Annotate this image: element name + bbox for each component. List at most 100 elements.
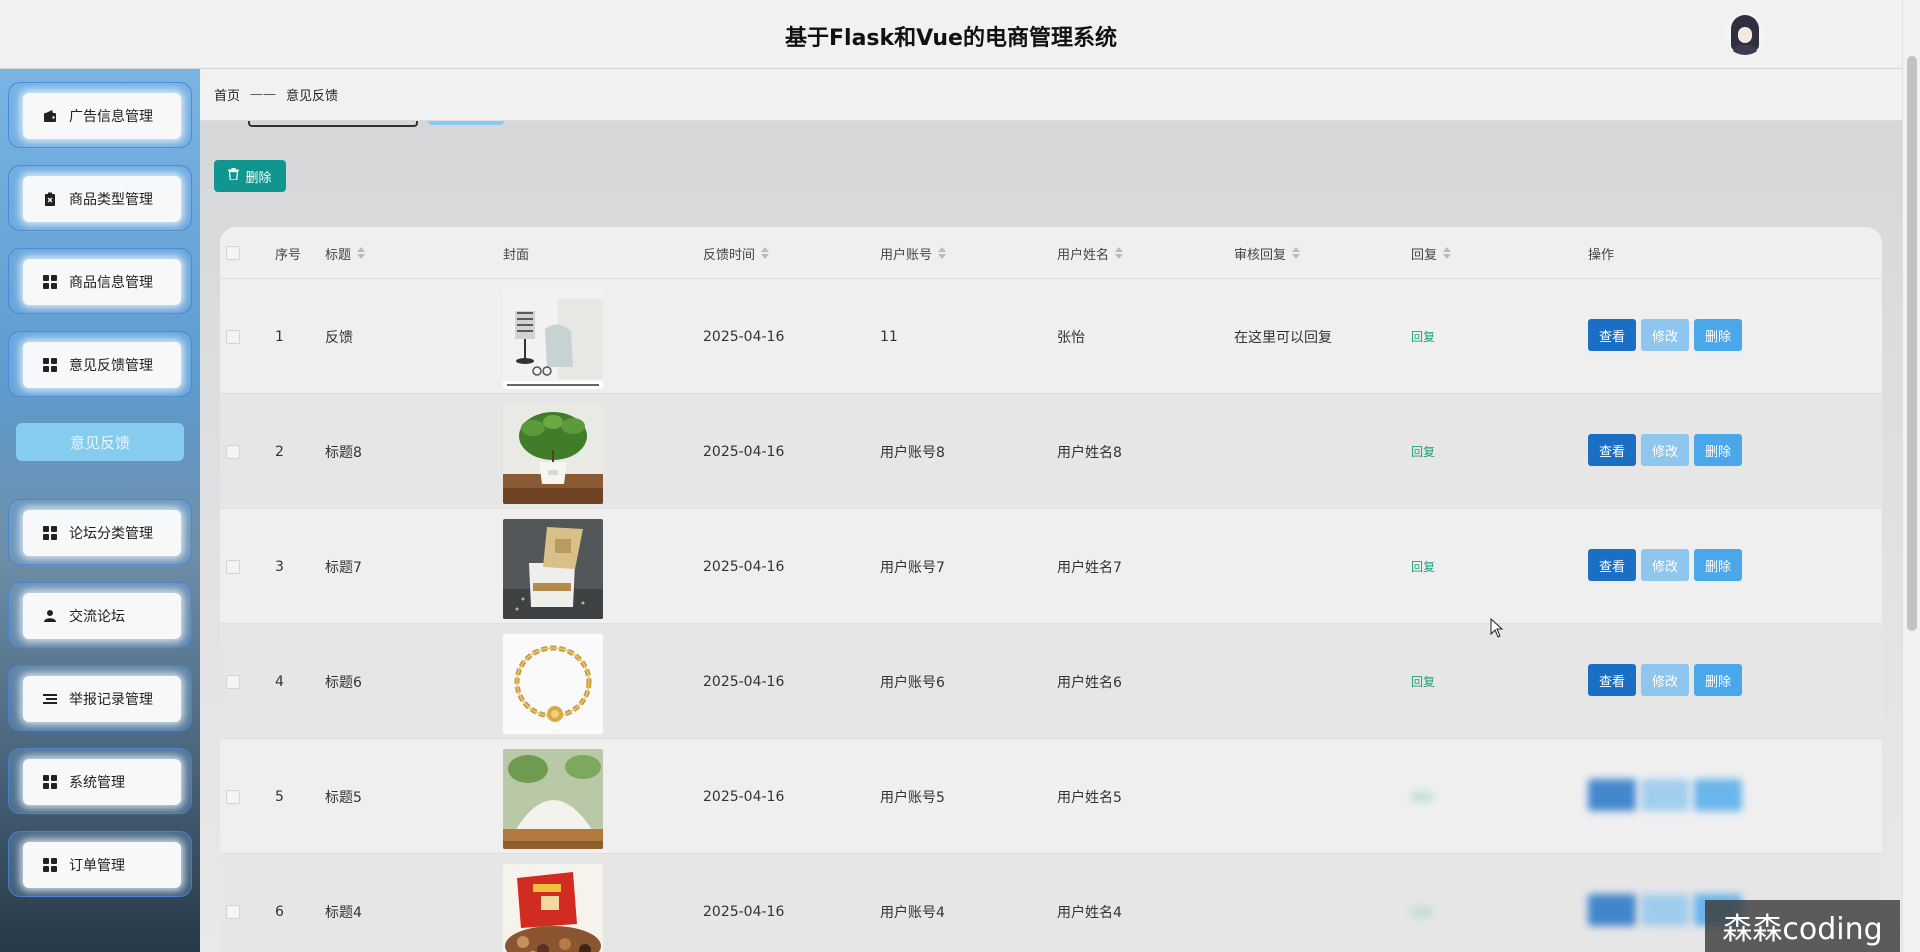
page-scrollbar[interactable] — [1902, 0, 1920, 952]
cover-image-flour — [503, 749, 603, 849]
sidebar-item-label: 商品信息管理 — [69, 275, 153, 291]
sort-icon — [1443, 247, 1452, 259]
delete-button[interactable] — [1694, 779, 1742, 811]
sidebar-item-ads: 广告信息管理 — [8, 82, 192, 148]
cell-index: 2 — [275, 443, 284, 460]
table-header: 序号 标题 封面 反馈时间 用户账号 用户姓名 审核回复 回复 操作 — [220, 227, 1882, 279]
select-all-checkbox[interactable] — [226, 246, 240, 260]
view-button[interactable]: 查看 — [1588, 319, 1636, 351]
row-checkbox[interactable] — [226, 790, 240, 804]
sidebar-item-label: 广告信息管理 — [69, 109, 153, 125]
view-button[interactable] — [1588, 894, 1636, 926]
top-header: 基于Flask和Vue的电商管理系统 — [0, 0, 1902, 69]
sort-icon — [938, 247, 947, 259]
cover-image-nut-gift-box — [503, 864, 603, 952]
cell-account: 用户账号7 — [880, 559, 945, 576]
cell-title: 标题6 — [325, 674, 362, 691]
mouse-cursor-icon — [1490, 617, 1504, 642]
sidebar-button-product-types[interactable]: 商品类型管理 — [23, 176, 181, 222]
scrollbar-thumb[interactable] — [1907, 56, 1917, 631]
breadcrumb-current: 意见反馈 — [286, 89, 339, 104]
row-checkbox[interactable] — [226, 905, 240, 919]
watermark: 森森coding — [1705, 900, 1900, 952]
row-checkbox[interactable] — [226, 675, 240, 689]
cell-account: 11 — [880, 328, 898, 345]
sort-icon — [1292, 247, 1301, 259]
search-input[interactable] — [248, 121, 418, 127]
delete-button[interactable]: 删除 — [1694, 549, 1742, 581]
sidebar: 广告信息管理 商品类型管理 商品信息管理 意见反馈管理 意见反馈 论坛分类管理 … — [0, 69, 200, 952]
header-cover: 封面 — [503, 247, 530, 263]
cell-time: 2025-04-16 — [703, 903, 785, 920]
header-review[interactable]: 审核回复 — [1234, 227, 1301, 279]
search-button[interactable] — [428, 121, 504, 125]
cell-name: 用户姓名7 — [1057, 559, 1122, 576]
cell-index: 1 — [275, 328, 284, 345]
cell-name: 张怡 — [1057, 329, 1085, 346]
view-button[interactable]: 查看 — [1588, 434, 1636, 466]
cell-name: 用户姓名6 — [1057, 674, 1122, 691]
submenu-feedback[interactable]: 意见反馈 — [16, 423, 184, 461]
sidebar-button-feedback[interactable]: 意见反馈管理 — [23, 342, 181, 388]
sidebar-button-system[interactable]: 系统管理 — [23, 759, 181, 805]
reply-link[interactable] — [1411, 791, 1433, 802]
delete-button[interactable]: 删除 — [1694, 434, 1742, 466]
row-checkbox[interactable] — [226, 445, 240, 459]
edit-button[interactable]: 修改 — [1641, 549, 1689, 581]
sidebar-item-system: 系统管理 — [8, 748, 192, 814]
reply-link[interactable]: 回复 — [1411, 443, 1435, 460]
sidebar-item-label: 交流论坛 — [69, 609, 125, 625]
sidebar-button-reports[interactable]: 举报记录管理 — [23, 676, 181, 722]
header-account[interactable]: 用户账号 — [880, 227, 947, 279]
batch-delete-button[interactable]: 删除 — [214, 160, 286, 192]
batch-delete-label: 删除 — [245, 170, 272, 186]
header-name[interactable]: 用户姓名 — [1057, 227, 1124, 279]
sidebar-button-ads[interactable]: 广告信息管理 — [23, 93, 181, 139]
main-content: 删除 序号 标题 封面 反馈时间 用户账号 用户姓名 审核回复 回复 操作 1 … — [200, 121, 1902, 952]
sidebar-button-forum[interactable]: 交流论坛 — [23, 593, 181, 639]
sidebar-button-products[interactable]: 商品信息管理 — [23, 259, 181, 305]
view-button[interactable]: 查看 — [1588, 549, 1636, 581]
edit-button[interactable] — [1641, 779, 1689, 811]
view-button[interactable] — [1588, 779, 1636, 811]
header-reply[interactable]: 回复 — [1411, 227, 1452, 279]
table-row: 1 反馈 2025-04-16 11 张怡 在这里可以回复 回复 查看 修改 删… — [220, 279, 1882, 394]
sidebar-item-reports: 举报记录管理 — [8, 665, 192, 731]
cell-title: 标题7 — [325, 559, 362, 576]
cell-title: 标题4 — [325, 904, 362, 921]
cell-title: 标题5 — [325, 789, 362, 806]
grid-icon — [43, 775, 57, 789]
edit-button[interactable] — [1641, 894, 1689, 926]
reply-link[interactable] — [1411, 906, 1433, 917]
view-button[interactable]: 查看 — [1588, 664, 1636, 696]
edit-button[interactable]: 修改 — [1641, 664, 1689, 696]
sidebar-item-forum-categories: 论坛分类管理 — [8, 499, 192, 565]
reply-link[interactable]: 回复 — [1411, 673, 1435, 690]
cell-index: 4 — [275, 673, 284, 690]
sidebar-item-label: 系统管理 — [69, 775, 125, 791]
reply-link[interactable]: 回复 — [1411, 328, 1435, 345]
row-checkbox[interactable] — [226, 560, 240, 574]
user-avatar[interactable] — [1724, 13, 1766, 55]
cover-image-desk-decor — [503, 289, 603, 389]
cell-time: 2025-04-16 — [703, 788, 785, 805]
app-title: 基于Flask和Vue的电商管理系统 — [785, 26, 1117, 51]
header-time[interactable]: 反馈时间 — [703, 227, 770, 279]
header-title[interactable]: 标题 — [325, 227, 366, 279]
breadcrumb-home[interactable]: 首页 — [214, 85, 240, 104]
cell-title: 反馈 — [325, 329, 353, 346]
sidebar-button-orders[interactable]: 订单管理 — [23, 842, 181, 888]
edit-button[interactable]: 修改 — [1641, 434, 1689, 466]
row-checkbox[interactable] — [226, 330, 240, 344]
cell-title: 标题8 — [325, 444, 362, 461]
delete-button[interactable]: 删除 — [1694, 319, 1742, 351]
cell-account: 用户账号4 — [880, 904, 945, 921]
reply-link[interactable]: 回复 — [1411, 558, 1435, 575]
delete-button[interactable]: 删除 — [1694, 664, 1742, 696]
sidebar-item-orders: 订单管理 — [8, 831, 192, 897]
wallet-icon — [43, 109, 57, 123]
sidebar-button-forum-categories[interactable]: 论坛分类管理 — [23, 510, 181, 556]
cell-name: 用户姓名5 — [1057, 789, 1122, 806]
edit-button[interactable]: 修改 — [1641, 319, 1689, 351]
sidebar-item-label: 商品类型管理 — [69, 192, 153, 208]
